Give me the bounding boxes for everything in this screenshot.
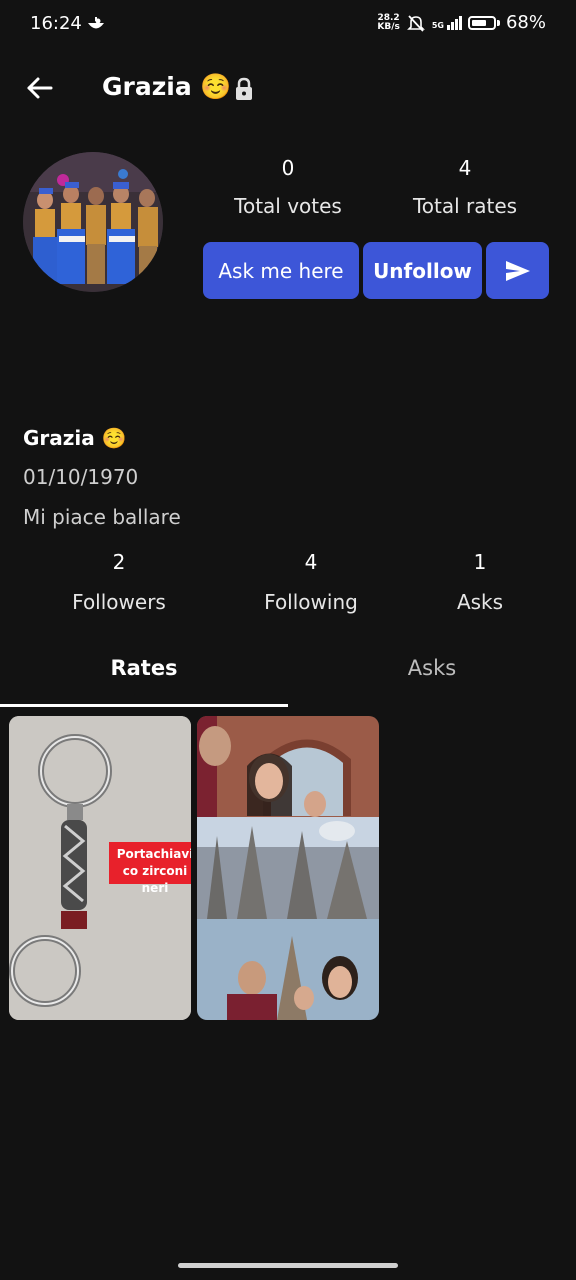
asks-stat[interactable]: 1 Asks: [440, 550, 520, 614]
unfollow-label: Unfollow: [373, 258, 472, 283]
collage-photo: [197, 716, 379, 1020]
post-overlay-caption: Portachiavi co zirconi neri: [109, 842, 191, 895]
total-votes-value: 0: [281, 156, 295, 180]
page-title: Grazia ☺️: [102, 72, 232, 101]
notification-app-icon: [88, 17, 104, 29]
followers-stat[interactable]: 2 Followers: [59, 550, 179, 614]
profile-bio: Mi piace ballare: [23, 505, 181, 529]
ask-me-here-button[interactable]: Ask me here: [203, 242, 359, 299]
back-arrow-icon[interactable]: [24, 72, 56, 104]
avatar[interactable]: [23, 152, 163, 292]
battery-percent: 68%: [505, 12, 546, 33]
send-icon: [505, 260, 530, 281]
rate-post-collage[interactable]: [197, 716, 379, 1020]
status-indicators: 28.2 KB/s 5G 68%: [377, 12, 546, 33]
gesture-navigation-handle[interactable]: [178, 1263, 398, 1268]
network-speed: 28.2 KB/s: [377, 12, 400, 32]
total-rates-value: 4: [458, 156, 472, 180]
asks-label: Asks: [456, 590, 504, 614]
bell-off-icon: [406, 14, 425, 32]
profile-birthdate: 01/10/1970: [23, 465, 139, 489]
avatar-photo: [23, 152, 163, 292]
asks-count: 1: [473, 550, 487, 574]
total-votes-label: Total votes: [234, 194, 342, 218]
rate-post-keychain[interactable]: Portachiavi co zirconi neri: [9, 716, 191, 1020]
following-count: 4: [304, 550, 318, 574]
active-tab-indicator: [0, 704, 288, 707]
tab-rates[interactable]: Rates: [0, 656, 288, 706]
following-stat[interactable]: 4 Following: [246, 550, 376, 614]
send-message-button[interactable]: [486, 242, 549, 299]
status-time: 16:24: [30, 13, 82, 34]
tab-asks[interactable]: Asks: [288, 656, 576, 706]
total-rates-label: Total rates: [412, 194, 518, 218]
battery-icon: [467, 15, 496, 30]
lock-icon: [236, 77, 252, 100]
followers-count: 2: [112, 550, 126, 574]
followers-label: Followers: [72, 590, 166, 614]
profile-name: Grazia ☺️: [23, 426, 127, 450]
ask-me-here-label: Ask me here: [218, 258, 344, 283]
signal-icon: 5G: [432, 15, 462, 30]
following-label: Following: [264, 590, 358, 614]
unfollow-button[interactable]: Unfollow: [363, 242, 482, 299]
